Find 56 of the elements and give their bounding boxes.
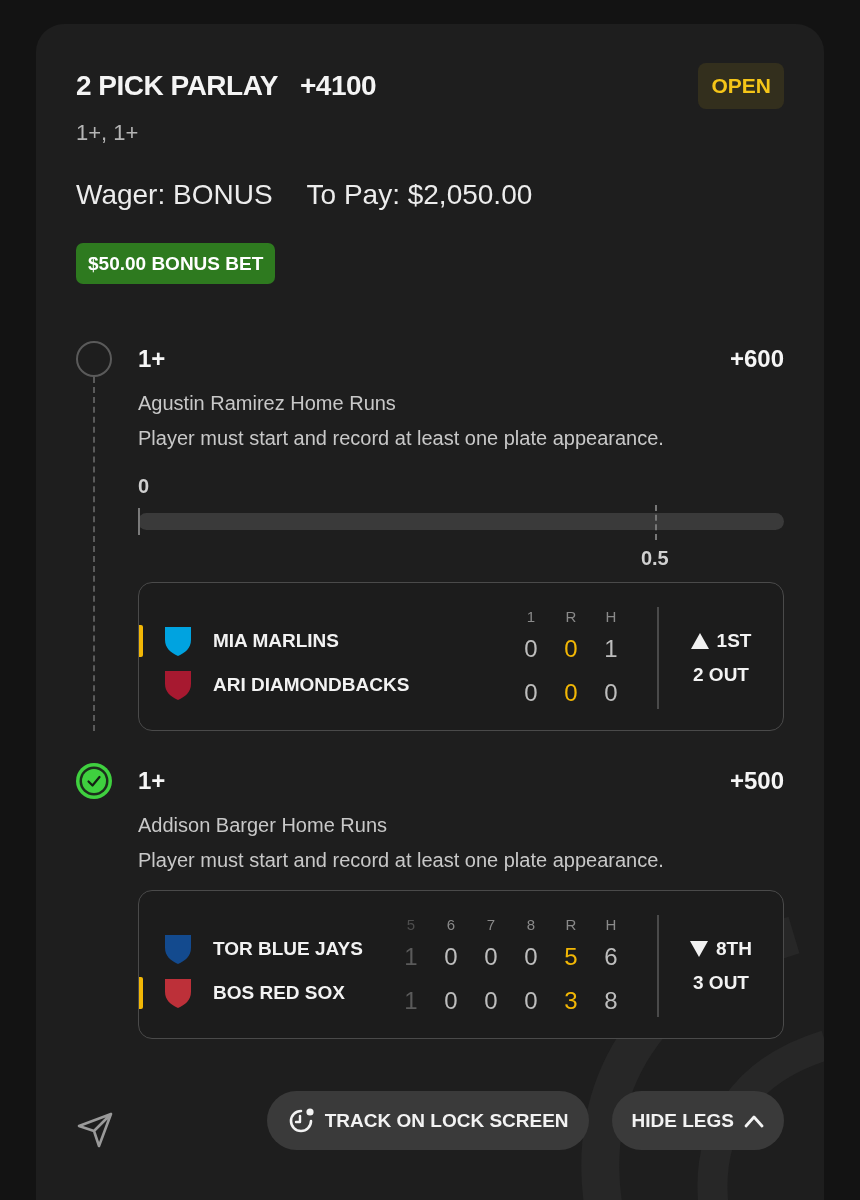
score-value: 5 [564,943,578,971]
team-name: MIA MARLINS [213,630,339,652]
outs-label: 2 OUT [693,663,749,687]
leg-line: 1+ [138,345,166,373]
score-value: 0 [524,679,538,707]
leg-odds: +600 [729,345,784,373]
column-header: H [605,915,617,935]
outs-label: 3 OUT [693,971,749,995]
score-value: 1 [404,943,418,971]
bonus-bet-tag: $50.00 BONUS BET [76,243,276,284]
track-lock-screen-button[interactable]: TRACK ON LOCK SCREEN [266,1091,589,1150]
team-name: TOR BLUE JAYS [213,938,363,960]
rule-text: Player must start and record at least one plate appearance. [138,848,665,873]
status-badge: OPEN [698,63,784,109]
team-name: BOS RED SOX [213,982,345,1004]
column-header: H [605,607,617,627]
column-header: 8 [526,915,536,935]
wager-text: Wager: BONUS [76,178,273,212]
target-value-label: 0.5 [640,546,669,570]
score-value: 8 [604,987,618,1015]
inning-label: 1ST [716,629,752,653]
score-value: 6 [604,943,618,971]
rule-text: Player must start and record at least one plate appearance. [138,426,665,451]
paper-plane-icon[interactable] [76,1110,114,1149]
leg-line: 1+ [138,767,166,795]
market-name: Agustin Ramirez Home Runs [138,391,397,416]
score-value: 1 [604,635,618,663]
bet-odds: +4100 [300,70,377,102]
score-value: 0 [524,635,538,663]
current-value-label: 0 [138,474,150,498]
score-value: 0 [484,943,498,971]
chevron-up-icon [744,1113,764,1128]
column-header: 6 [446,915,456,935]
column-header: 1 [526,607,536,627]
score-value: 0 [604,679,618,707]
bet-title: 2 PICK PARLAY [76,70,278,102]
column-header: R [565,915,577,935]
score-value: 0 [524,943,538,971]
leg-odds: +500 [729,767,784,795]
target-marker [654,505,657,540]
score-value: 0 [524,987,538,1015]
score-value: 0 [444,987,458,1015]
market-name: Addison Barger Home Runs [138,813,388,838]
legs-summary: 1+, 1+ [76,119,140,147]
payout-text: To Pay: $2,050.00 [306,178,533,212]
hide-legs-button[interactable]: HIDE LEGS [611,1091,784,1150]
score-value: 0 [444,943,458,971]
column-header: 7 [486,915,496,935]
score-value: 1 [404,987,418,1015]
inning-label: 8TH [716,937,752,961]
score-value: 3 [564,987,578,1015]
score-value: 0 [564,635,578,663]
column-header: R [565,607,577,627]
score-value: 0 [564,679,578,707]
score-value: 0 [484,987,498,1015]
team-name: ARI DIAMONDBACKS [213,674,410,696]
